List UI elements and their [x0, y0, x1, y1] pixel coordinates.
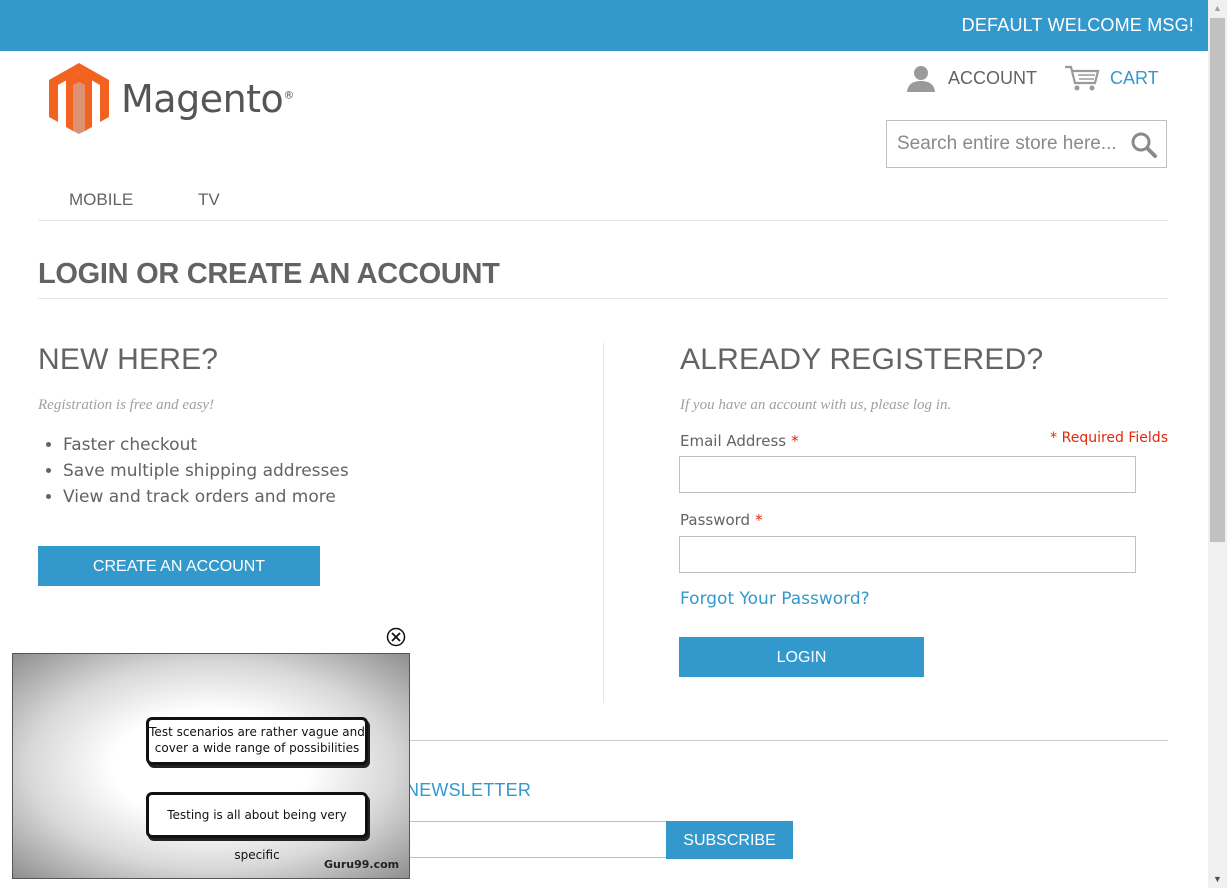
account-link[interactable]: ACCOUNT — [906, 64, 1037, 92]
benefits-list: Faster checkout Save multiple shipping a… — [38, 432, 349, 510]
main-navigation: MOBILE TV — [38, 188, 1168, 221]
account-label: ACCOUNT — [948, 67, 1037, 88]
top-welcome-bar: DEFAULT WELCOME MSG! — [0, 0, 1208, 51]
search-form — [886, 120, 1167, 168]
password-field[interactable] — [679, 536, 1136, 573]
email-label: Email Address * — [680, 432, 799, 450]
video-overlay[interactable]: Test scenarios are rather vague and cove… — [12, 653, 410, 879]
page-title: LOGIN OR CREATE AN ACCOUNT — [38, 258, 500, 290]
forgot-password-link[interactable]: Forgot Your Password? — [680, 589, 870, 609]
list-item: Save multiple shipping addresses — [63, 458, 349, 484]
nav-item-tv[interactable]: TV — [198, 190, 220, 210]
login-heading: ALREADY REGISTERED? — [680, 343, 1044, 376]
cart-link[interactable]: CART — [1064, 64, 1159, 92]
speech-bubble: Test scenarios are rather vague and cove… — [146, 717, 368, 765]
new-customer-heading: NEW HERE? — [38, 343, 219, 376]
email-field[interactable] — [679, 456, 1136, 493]
login-subtitle: If you have an account with us, please l… — [680, 397, 952, 413]
page-scrollbar[interactable]: ▲ ▼ — [1208, 0, 1227, 888]
cart-icon — [1065, 65, 1100, 91]
list-item: Faster checkout — [63, 432, 349, 458]
password-label: Password * — [680, 511, 763, 529]
close-icon[interactable] — [386, 627, 406, 647]
scroll-up-arrow-icon[interactable]: ▲ — [1208, 0, 1227, 17]
scroll-thumb[interactable] — [1210, 18, 1225, 542]
create-account-button[interactable]: CREATE AN ACCOUNT — [38, 546, 320, 586]
welcome-message: DEFAULT WELCOME MSG! — [961, 15, 1194, 35]
nav-item-mobile[interactable]: MOBILE — [69, 190, 133, 210]
newsletter-heading: NEWSLETTER — [406, 780, 532, 800]
logo-text: Magento® — [121, 76, 294, 121]
required-star: * — [755, 511, 763, 529]
speech-bubble: Testing is all about being very specific — [146, 792, 368, 862]
login-button[interactable]: LOGIN — [679, 637, 924, 677]
column-divider — [603, 343, 604, 703]
required-fields-note: * Required Fields — [1050, 430, 1168, 446]
subscribe-button[interactable]: SUBSCRIBE — [666, 821, 793, 859]
scroll-down-arrow-icon[interactable]: ▼ — [1208, 871, 1227, 888]
cart-label: CART — [1110, 67, 1159, 88]
magento-logo-icon — [49, 63, 109, 134]
search-icon[interactable] — [1130, 131, 1158, 159]
search-input[interactable] — [887, 121, 1137, 167]
newsletter-email-input[interactable] — [380, 821, 667, 858]
user-icon — [907, 66, 935, 92]
video-watermark: Guru99.com — [324, 858, 400, 871]
title-divider — [38, 298, 1168, 299]
new-customer-subtitle: Registration is free and easy! — [38, 397, 215, 413]
list-item: View and track orders and more — [63, 484, 349, 510]
store-logo[interactable]: Magento® — [49, 63, 294, 134]
required-star: * — [791, 432, 799, 450]
